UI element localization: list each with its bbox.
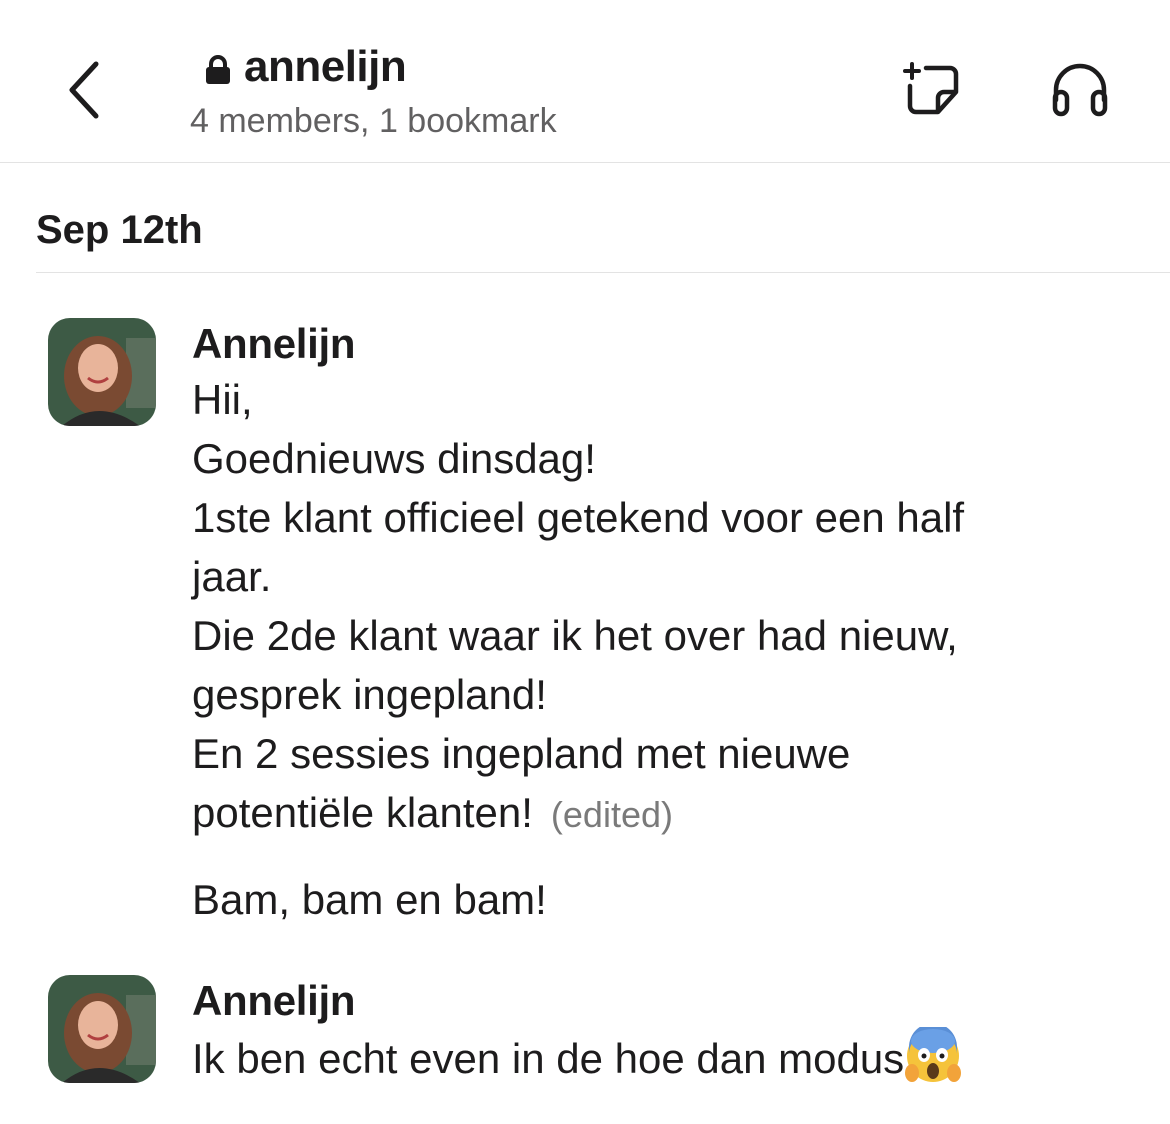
face-screaming-in-fear-icon <box>905 1027 962 1082</box>
message-body: Annelijn Hii, Goednieuws dinsdag! 1ste k… <box>192 318 1132 929</box>
lock-icon <box>206 55 230 84</box>
avatar[interactable] <box>48 318 156 426</box>
canvas-button[interactable] <box>900 60 964 120</box>
message-line: 1ste klant officieel getekend voor een h… <box>192 494 965 541</box>
date-label: Sep 12th <box>36 208 203 252</box>
channel-meta: 4 members, 1 bookmark <box>190 102 557 140</box>
avatar[interactable] <box>48 975 156 1083</box>
edited-label: (edited) <box>550 794 673 835</box>
message-line: potentiële klanten! <box>192 789 533 836</box>
message-line: Hii, <box>192 376 253 423</box>
message-text: Ik ben echt even in de hoe dan modus <box>192 1035 905 1082</box>
message-line: gesprek ingepland! <box>192 671 547 718</box>
channel-name: annelijn <box>244 42 407 91</box>
message-line-last: potentiële klanten! (edited) <box>192 783 1132 844</box>
message-author[interactable]: Annelijn <box>192 318 1132 370</box>
channel-header: annelijn 4 members, 1 bookmark <box>0 0 1170 163</box>
avatar-photo <box>48 318 156 426</box>
back-button[interactable] <box>60 58 112 122</box>
message-line: Ik ben echt even in de hoe dan modus <box>192 1027 1132 1088</box>
canvas-icon <box>903 62 959 115</box>
message-line: En 2 sessies ingepland met nieuwe <box>192 730 851 777</box>
avatar-photo <box>48 975 156 1083</box>
date-divider: Sep 12th <box>36 200 1170 273</box>
message-body: Annelijn Ik ben echt even in de hoe dan … <box>192 975 1132 1088</box>
message-line: jaar. <box>192 553 272 600</box>
message-followup: Bam, bam en bam! <box>192 876 547 923</box>
message-line: Goednieuws dinsdag! <box>192 435 596 482</box>
chevron-left-icon <box>69 61 99 119</box>
message-author[interactable]: Annelijn <box>192 975 1132 1027</box>
headphones-icon <box>1052 63 1108 117</box>
message-line: Die 2de klant waar ik het over had nieuw… <box>192 612 958 659</box>
huddle-button[interactable] <box>1048 60 1112 120</box>
channel-title-area[interactable]: annelijn 4 members, 1 bookmark <box>190 38 557 141</box>
